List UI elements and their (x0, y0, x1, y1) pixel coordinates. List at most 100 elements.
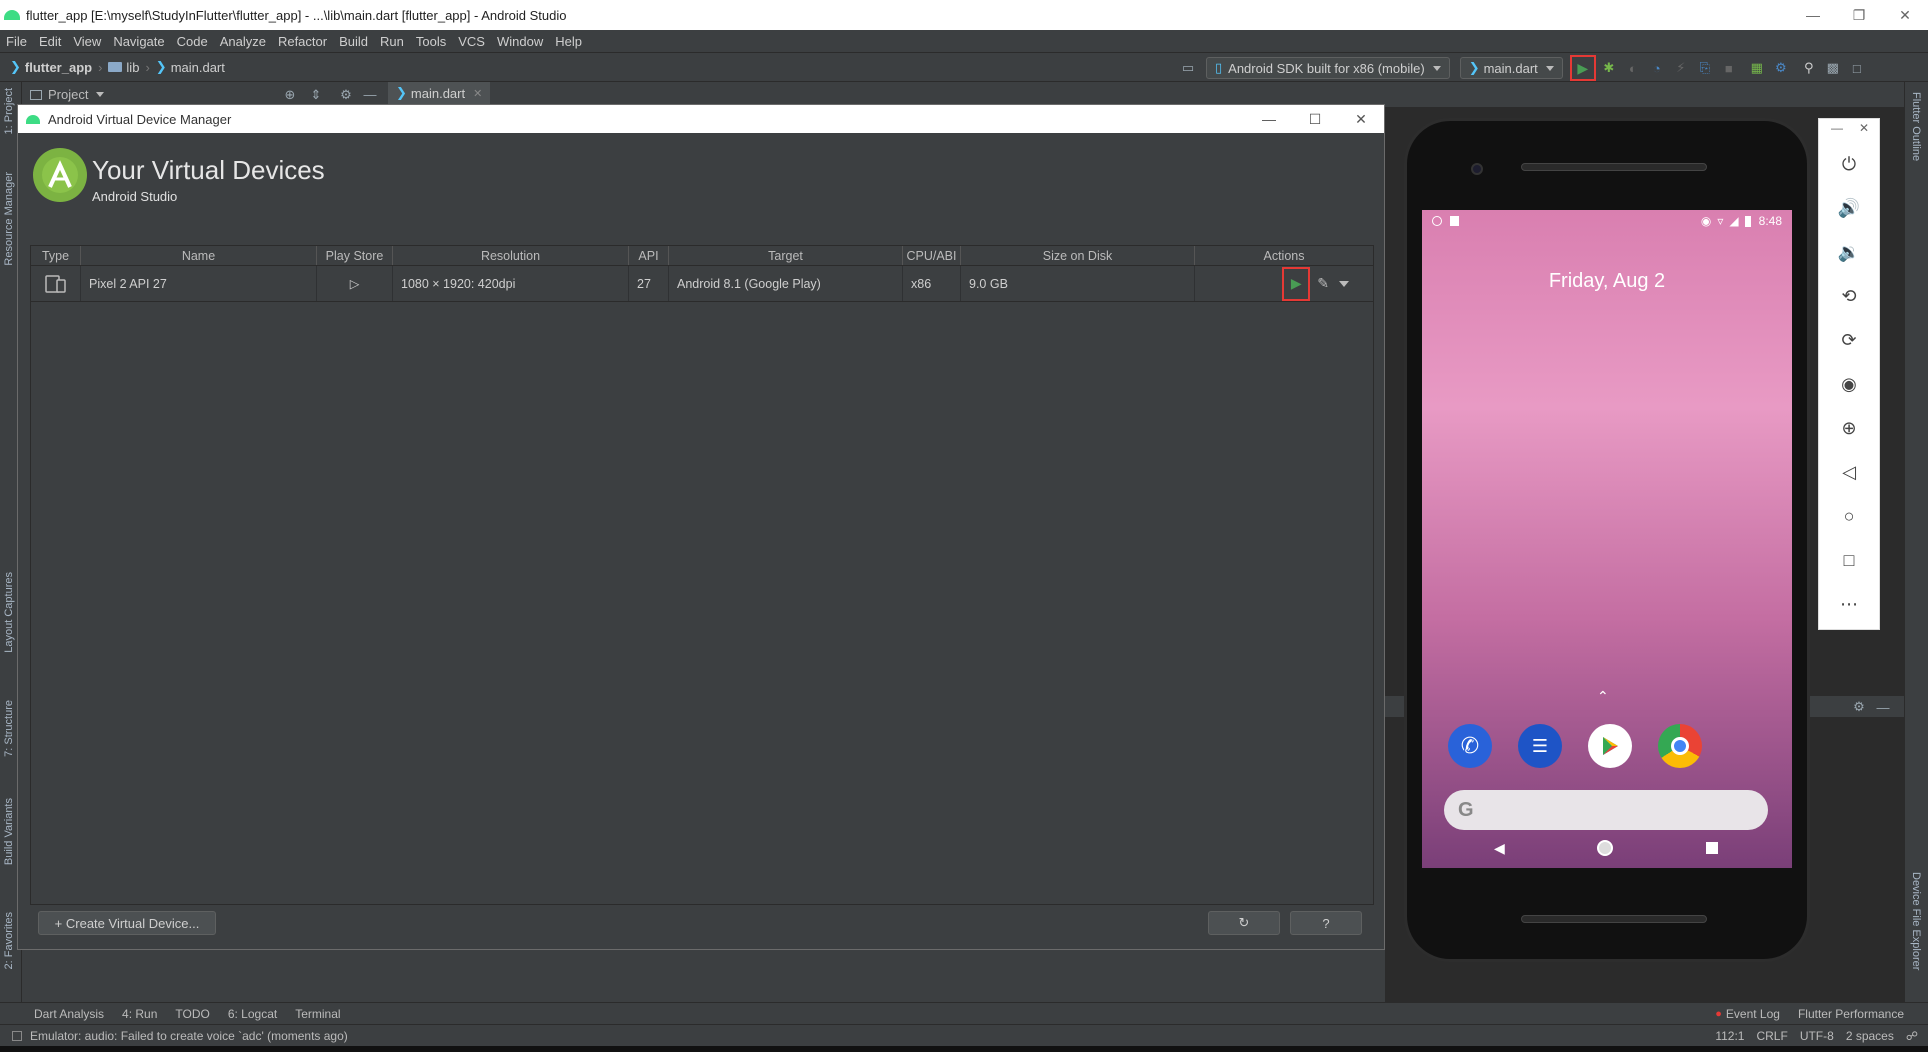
phone-app-icon[interactable]: ✆ (1448, 724, 1492, 768)
column-play-store[interactable]: Play Store (317, 246, 393, 265)
emulator-screen[interactable]: ◉ ▿ ◢ 8:48 Friday, Aug 2 ⌃ ✆ ☰ G ◀ (1422, 210, 1792, 868)
collapse-icon[interactable]: ⇕ (306, 85, 326, 105)
coverage-icon[interactable]: ◐ (1623, 58, 1643, 78)
file-encoding[interactable]: UTF-8 (1800, 1029, 1834, 1043)
launch-device-button[interactable]: ▶ (1282, 266, 1311, 301)
sdk-manager-icon[interactable]: ⚙ (1771, 58, 1791, 78)
restore-button[interactable]: ❐ (1836, 0, 1882, 30)
status-message[interactable]: Emulator: audio: Failed to create voice … (30, 1029, 348, 1043)
column-target[interactable]: Target (669, 246, 903, 265)
menu-code[interactable]: Code (177, 34, 208, 49)
column-name[interactable]: Name (81, 246, 317, 265)
tool-logcat[interactable]: 6: Logcat (228, 1007, 277, 1021)
tool-tab-project[interactable]: 1: Project (3, 88, 15, 134)
minimize-button[interactable]: — (1790, 0, 1836, 30)
tool-tab-resource-manager[interactable]: Resource Manager (3, 172, 15, 266)
help-button[interactable]: ? (1290, 911, 1362, 935)
menu-window[interactable]: Window (497, 34, 543, 49)
debug-icon[interactable]: ✱ (1599, 58, 1619, 78)
locate-icon[interactable]: ⊕ (280, 85, 300, 105)
tool-event-log[interactable]: Event Log (1726, 1007, 1780, 1021)
tool-tab-build-variants[interactable]: Build Variants (3, 798, 15, 865)
tool-dart-analysis[interactable]: Dart Analysis (34, 1007, 104, 1021)
breadcrumb-project[interactable]: flutter_app (25, 60, 92, 75)
home-nav-icon[interactable] (1597, 840, 1613, 856)
menu-run[interactable]: Run (380, 34, 404, 49)
table-row[interactable]: Pixel 2 API 27 ▷ 1080 × 1920: 420dpi 27 … (31, 266, 1373, 302)
volume-down-icon[interactable]: 🔉 (1819, 237, 1879, 267)
edit-icon[interactable]: ✎ (1317, 275, 1329, 292)
breadcrumb-folder[interactable]: lib (126, 60, 139, 75)
home-icon[interactable]: ○ (1819, 501, 1879, 531)
hide-icon[interactable]: — (1873, 697, 1893, 717)
hot-reload-icon[interactable]: ⚡ (1671, 58, 1691, 78)
volume-up-icon[interactable]: 🔊 (1819, 193, 1879, 223)
menu-vcs[interactable]: VCS (458, 34, 485, 49)
tool-run[interactable]: 4: Run (122, 1007, 157, 1021)
search-icon[interactable]: ⚲ (1799, 58, 1819, 78)
gear-icon[interactable]: ⚙ (1849, 697, 1869, 717)
column-api[interactable]: API (629, 246, 669, 265)
back-icon[interactable]: ◁ (1819, 457, 1879, 487)
tool-tab-flutter-outline[interactable]: Flutter Outline (1910, 92, 1922, 161)
zoom-icon[interactable]: ⊕ (1819, 413, 1879, 443)
column-type[interactable]: Type (31, 246, 81, 265)
menu-analyze[interactable]: Analyze (220, 34, 266, 49)
camera-icon[interactable]: ◉ (1819, 369, 1879, 399)
more-icon[interactable]: ⋯ (1819, 589, 1879, 619)
project-structure-icon[interactable]: ▩ (1823, 58, 1843, 78)
tool-flutter-performance[interactable]: Flutter Performance (1798, 1007, 1904, 1021)
chrome-app-icon[interactable] (1658, 724, 1702, 768)
layout-icon[interactable]: ▭ (1178, 58, 1198, 78)
power-icon[interactable]: ⏻ (1819, 149, 1879, 179)
emulator-close-button[interactable]: ✕ (1859, 121, 1869, 135)
tool-tab-structure[interactable]: 7: Structure (3, 700, 15, 757)
avd-close-button[interactable]: ✕ (1338, 105, 1384, 133)
create-virtual-device-button[interactable]: + Create Virtual Device... (38, 911, 216, 935)
status-toggle-icon[interactable] (12, 1030, 22, 1041)
column-size-on-disk[interactable]: Size on Disk (961, 246, 1195, 265)
run-config-selector[interactable]: ❯ main.dart (1459, 57, 1563, 79)
messages-app-icon[interactable]: ☰ (1518, 724, 1562, 768)
avd-manager-icon[interactable]: ▦ (1747, 58, 1767, 78)
gear-icon[interactable]: ⚙ (336, 85, 356, 105)
menu-refactor[interactable]: Refactor (278, 34, 327, 49)
run-button[interactable]: ▶ (1569, 55, 1596, 81)
column-actions[interactable]: Actions (1195, 246, 1373, 265)
menu-build[interactable]: Build (339, 34, 368, 49)
avd-maximize-button[interactable]: ☐ (1292, 105, 1338, 133)
hide-icon[interactable]: — (360, 85, 380, 105)
chevron-down-icon[interactable] (1339, 280, 1349, 287)
indent-setting[interactable]: 2 spaces (1846, 1029, 1894, 1043)
close-icon[interactable]: ✕ (473, 87, 482, 100)
refresh-button[interactable]: ↻ (1208, 911, 1280, 935)
overview-icon[interactable]: □ (1819, 545, 1879, 575)
caret-position[interactable]: 112:1 (1715, 1029, 1744, 1043)
tool-terminal[interactable]: Terminal (295, 1007, 340, 1021)
menu-view[interactable]: View (73, 34, 101, 49)
menu-file[interactable]: File (6, 34, 27, 49)
rotate-left-icon[interactable]: ⟲ (1819, 281, 1879, 311)
column-cpu-abi[interactable]: CPU/ABI (903, 246, 961, 265)
profile-icon[interactable]: ◔ (1647, 58, 1667, 78)
menu-edit[interactable]: Edit (39, 34, 61, 49)
back-nav-icon[interactable]: ◀ (1494, 840, 1505, 857)
tool-tab-layout-captures[interactable]: Layout Captures (3, 572, 15, 653)
date-widget[interactable]: Friday, Aug 2 (1422, 270, 1792, 293)
menu-tools[interactable]: Tools (416, 34, 446, 49)
rotate-right-icon[interactable]: ⟳ (1819, 325, 1879, 355)
recents-nav-icon[interactable] (1706, 842, 1718, 854)
apply-changes-icon[interactable]: ⎘ (1695, 58, 1715, 78)
google-search-bar[interactable]: G (1444, 790, 1768, 830)
close-window-button[interactable]: ✕ (1882, 0, 1928, 30)
menu-help[interactable]: Help (555, 34, 582, 49)
menu-navigate[interactable]: Navigate (113, 34, 164, 49)
lock-icon[interactable]: ☍ (1906, 1029, 1918, 1043)
device-selector[interactable]: ▯ Android SDK built for x86 (mobile) (1206, 57, 1450, 79)
tool-tab-favorites[interactable]: 2: Favorites (3, 912, 15, 969)
breadcrumb-file[interactable]: main.dart (171, 60, 225, 75)
layout-inspector-icon[interactable]: □ (1847, 58, 1867, 78)
avd-minimize-button[interactable]: — (1246, 105, 1292, 133)
tool-tab-device-file-explorer[interactable]: Device File Explorer (1910, 872, 1922, 970)
play-store-app-icon[interactable] (1588, 724, 1632, 768)
